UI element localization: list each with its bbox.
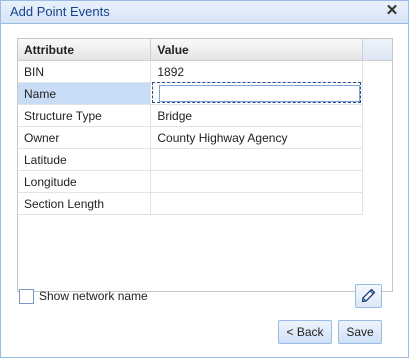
save-button[interactable]: Save [338,320,382,344]
table-row[interactable]: Longitude [18,170,363,193]
table-row[interactable]: Section Length [18,192,363,215]
value-cell[interactable] [150,170,363,193]
edit-button[interactable] [355,284,382,308]
value-cell[interactable]: Bridge [150,104,363,127]
add-point-events-dialog: Add Point Events ✕ Attribute Value BIN 1… [0,0,409,358]
pencil-icon [361,288,376,303]
dialog-titlebar: Add Point Events ✕ [1,1,408,24]
attribute-cell: Structure Type [18,104,152,127]
show-network-name-label[interactable]: Show network name [39,289,148,303]
value-cell[interactable] [150,82,363,105]
grid-header-row: Attribute Value [18,39,363,61]
value-cell[interactable]: 1892 [150,60,363,83]
attribute-grid: Attribute Value BIN 1892 Name Structure … [17,38,393,292]
attribute-cell: Longitude [18,170,152,193]
value-cell[interactable]: County Highway Agency [150,126,363,149]
table-row[interactable]: Latitude [18,148,363,171]
attribute-cell: Name [18,82,152,105]
table-row[interactable]: Structure Type Bridge [18,104,363,127]
close-icon[interactable]: ✕ [384,3,400,19]
attribute-cell: BIN [18,60,152,83]
value-cell[interactable] [150,192,363,215]
attribute-cell: Latitude [18,148,152,171]
value-cell[interactable] [150,148,363,171]
name-cell-editor [152,82,362,104]
dialog-body: Attribute Value BIN 1892 Name Structure … [2,24,407,356]
table-row[interactable]: BIN 1892 [18,60,363,83]
name-input[interactable] [159,85,361,102]
show-network-name-checkbox[interactable] [19,289,34,304]
dialog-title: Add Point Events [10,4,110,19]
attribute-cell: Section Length [18,192,152,215]
column-header-value[interactable]: Value [150,39,363,61]
table-row[interactable]: Owner County Highway Agency [18,126,363,149]
back-button[interactable]: < Back [278,320,332,344]
grid-header-filler [363,39,392,61]
column-header-attribute[interactable]: Attribute [18,39,152,61]
table-row-selected[interactable]: Name [18,82,363,105]
attribute-cell: Owner [18,126,152,149]
